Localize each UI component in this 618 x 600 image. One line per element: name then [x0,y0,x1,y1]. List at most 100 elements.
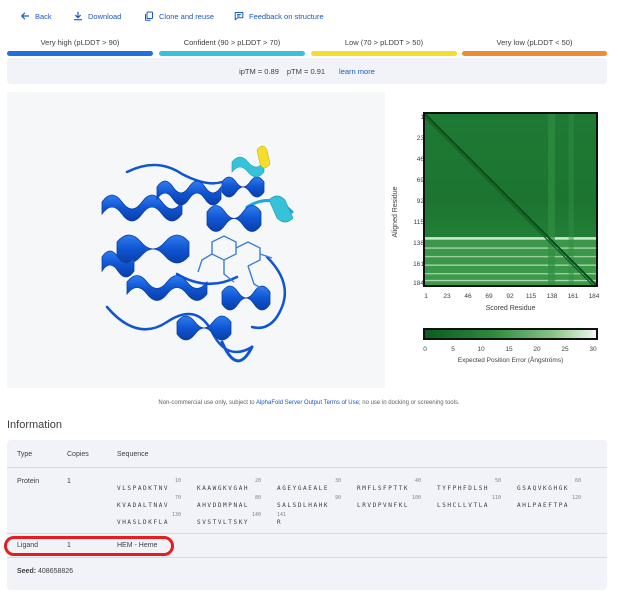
legend-confident-label: Confident (90 > pLDDT > 70) [183,38,281,47]
legend-confident-bar [159,51,305,56]
protein-cartoon-render [101,145,294,363]
legend-very-high-bar [7,51,153,56]
residue-letters: KAAWGKVGAH [197,485,250,492]
information-table: Type Copies Sequence Protein 1 10 VLSPADK… [4,440,607,590]
pae-colorbar [423,328,598,340]
back-button[interactable]: Back [20,9,52,23]
colorbar-tick: 25 [561,346,569,353]
y-tick: 46 [416,156,424,163]
residue-letters: AGEYGAEALE [277,485,330,492]
x-tick: 23 [443,293,451,300]
residue-letters: GSAQVKGHGK [517,485,570,492]
learn-more-link[interactable]: learn more [339,67,375,76]
pae-x-axis-label: Scored Residue [485,305,536,312]
residue-number: 141 [277,512,287,518]
ligand-sequence: HEM - Heme [117,542,158,549]
legend-very-low-label: Very low (pLDDT < 50) [496,38,573,47]
x-tick: 92 [506,293,514,300]
residue-number: 90 [334,495,341,501]
residue-letters: VLSPADKTNV [117,485,170,492]
plddt-legend: Very high (pLDDT > 90) Confident (90 > p… [7,36,607,56]
terms-of-use-link[interactable]: AlphaFold Server Output Terms of Use [256,400,359,406]
protein-copies: 1 [67,478,71,485]
clone-and-reuse-button[interactable]: Clone and reuse [144,9,214,23]
x-tick: 138 [546,293,558,300]
legend-very-high: Very high (pLDDT > 90) [7,36,153,56]
residue-number: 110 [491,495,501,501]
residue-number: 120 [571,495,581,501]
residue-letters: LSHCLLVTLA [437,502,490,509]
header-sequence: Sequence [117,451,149,458]
residue-letters: SALSDLHAHK [277,502,330,509]
sequence-line: 130 VHASLDKFLA 140 SVSTVLTSKY 141 R [117,512,597,532]
pae-heatmap-render [425,114,596,285]
residue-letters: AHVDDMPNAL [197,502,250,509]
ptm-value: pTM = 0.91 [286,66,326,76]
residue-number: 100 [411,495,421,501]
feedback-icon [234,11,244,21]
residue-letters: KVADALTNAV [117,502,170,509]
clone-label: Clone and reuse [159,11,215,21]
residue-number: 60 [574,478,581,484]
residue-letters: TYFPHFDLSH [437,485,490,492]
protein-type: Protein [17,478,40,485]
residue-number: 130 [171,512,181,518]
download-label: Download [88,11,122,21]
table-header: Type Copies Sequence [7,440,607,468]
download-button[interactable]: Download [73,9,121,23]
x-tick: 184 [588,293,600,300]
usage-disclaimer: Non-commercial use only, subject to Alph… [0,400,618,406]
y-tick: 115 [413,219,424,226]
seed-label: Seed: [17,568,37,575]
structure-viewer[interactable] [7,92,385,388]
residue-number: 40 [414,478,421,484]
y-tick: 1 [420,114,424,121]
information-heading: Information [7,419,63,431]
y-tick: 23 [416,135,424,142]
legend-very-low: Very low (pLDDT < 50) [462,36,607,56]
x-tick: 46 [464,293,472,300]
x-tick: 69 [485,293,493,300]
y-tick: 69 [416,177,424,184]
x-tick: 1 [424,293,428,300]
header-copies: Copies [67,451,89,458]
seed-value: 408658826 [38,568,74,575]
residue-number: 10 [174,478,181,484]
toolbar: Back Download Clone and reuse Feedback o… [0,0,618,32]
y-tick: 92 [416,198,424,205]
residue-number: 30 [334,478,341,484]
y-tick: 138 [413,240,424,247]
download-icon [73,11,83,21]
pae-colorbar-label: Expected Position Error (Ångströms) [457,357,564,364]
feedback-label: Feedback on structure [249,11,324,21]
x-tick: 115 [525,293,537,300]
legend-low: Low (70 > pLDDT > 50) [311,36,457,56]
legend-very-high-label: Very high (pLDDT > 90) [40,38,120,47]
legend-low-label: Low (70 > pLDDT > 50) [344,38,424,47]
legend-low-bar [311,51,457,56]
back-label: Back [35,11,52,21]
colorbar-tick: 10 [477,346,485,353]
residue-letters: AHLPAEFTPA [517,502,570,509]
sequence-chunk: 140 SVSTVLTSKY [197,512,267,532]
confidence-metrics: ipTM = 0.89 pTM = 0.91 learn more [7,58,607,84]
ligand-copies: 1 [67,542,71,549]
table-row-protein: Protein 1 10 VLSPADKTNV 20 KAAWGKVGAH 30 AG… [7,468,607,534]
ligand-type: Ligand [17,542,39,549]
y-tick: 161 [413,261,424,268]
sequence-chunk: 141 R [277,512,297,532]
table-row-ligand: Ligand 1 HEM - Heme [4,534,607,558]
colorbar-tick: 20 [533,346,541,353]
residue-number: 20 [254,478,261,484]
residue-letters: SVSTVLTSKY [197,519,250,526]
pae-panel: Aligned Residue 1 23 46 69 92 115 138 16… [390,92,616,388]
pae-heatmap[interactable] [423,112,598,287]
copy-icon [144,11,154,21]
x-tick: 161 [567,293,579,300]
residue-number: 140 [251,512,261,518]
residue-letters: RMFLSFPTTK [357,485,410,492]
arrow-left-icon [20,11,30,21]
feedback-button[interactable]: Feedback on structure [234,9,324,23]
residue-number: 80 [254,495,261,501]
residue-letters: VHASLDKFLA [117,519,170,526]
